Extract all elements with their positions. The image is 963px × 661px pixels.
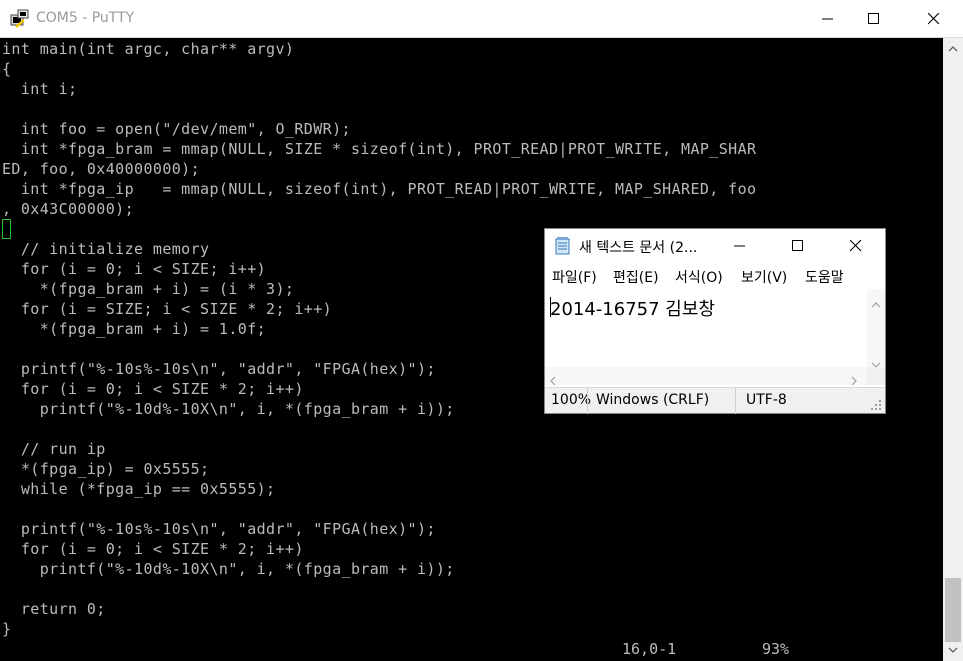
scroll-up-icon xyxy=(948,46,958,52)
window-title: COM5 - PuTTY xyxy=(36,10,135,26)
status-divider xyxy=(735,388,736,414)
terminal-line: printf("%-10d%-10X\n", i, *(fpga_bram + … xyxy=(2,400,455,418)
putty-icon xyxy=(10,9,30,29)
terminal-line: for (i = 0; i < SIZE * 2; i++) xyxy=(2,540,304,558)
terminal-line: while (*fpga_ip == 0x5555); xyxy=(2,480,276,498)
terminal-line: *(fpga_ip) = 0x5555; xyxy=(2,460,210,478)
terminal-line: int main(int argc, char** argv) xyxy=(2,40,295,58)
terminal-line: int i; xyxy=(2,80,78,98)
close-icon xyxy=(928,13,940,25)
cursor-position: 16,0-1 xyxy=(622,640,677,658)
terminal-scrollbar[interactable] xyxy=(943,38,963,661)
menu-help[interactable]: 도움말 xyxy=(805,267,844,287)
terminal-line: printf("%-10d%-10X\n", i, *(fpga_bram + … xyxy=(2,560,455,578)
maximize-button[interactable] xyxy=(851,0,897,38)
notepad-window[interactable]: 새 텍스트 문서 (2... 파일(F) 편집(E) 서식(O) 보기(V) 도… xyxy=(544,228,886,414)
minimize-icon xyxy=(734,245,745,247)
terminal-line: printf("%-10s%-10s\n", "addr", "FPGA(hex… xyxy=(2,360,436,378)
scroll-down-icon xyxy=(948,647,958,653)
line-ending: Windows (CRLF) xyxy=(596,392,710,408)
maximize-icon xyxy=(792,240,803,251)
terminal-line: return 0; xyxy=(2,600,106,618)
terminal-line: printf("%-10s%-10s\n", "addr", "FPGA(hex… xyxy=(2,520,436,538)
zoom-level: 100% xyxy=(551,392,592,408)
terminal-line: ED, foo, 0x40000000); xyxy=(2,160,201,178)
terminal-line: for (i = 0; i < SIZE * 2; i++) xyxy=(2,380,304,398)
menu-edit[interactable]: 편집(E) xyxy=(613,267,659,287)
terminal-line: // initialize memory xyxy=(2,240,210,258)
close-icon xyxy=(850,240,862,252)
notepad-horizontal-scrollbar[interactable] xyxy=(545,367,867,386)
notepad-titlebar[interactable]: 새 텍스트 문서 (2... xyxy=(545,229,885,263)
putty-titlebar[interactable]: COM5 - PuTTY xyxy=(0,0,963,38)
resize-grip-icon[interactable] xyxy=(871,400,883,416)
minimize-button[interactable] xyxy=(805,0,851,38)
terminal-line: int *fpga_bram = mmap(NULL, SIZE * sizeo… xyxy=(2,140,757,158)
notepad-icon xyxy=(554,237,572,255)
scroll-up-icon[interactable] xyxy=(871,293,881,312)
terminal-line: // run ip xyxy=(2,440,106,458)
menu-format[interactable]: 서식(O) xyxy=(675,267,723,287)
notepad-title: 새 텍스트 문서 (2... xyxy=(579,240,698,256)
terminal-line: *(fpga_bram + i) = 1.0f; xyxy=(2,320,267,338)
notepad-menubar: 파일(F) 편집(E) 서식(O) 보기(V) 도움말 xyxy=(545,265,885,289)
terminal-line: *(fpga_bram + i) = (i * 3); xyxy=(2,280,295,298)
encoding: UTF-8 xyxy=(746,392,787,408)
notepad-minimize-button[interactable] xyxy=(717,229,763,263)
terminal-line: for (i = SIZE; i < SIZE * 2; i++) xyxy=(2,300,333,318)
notepad-maximize-button[interactable] xyxy=(775,229,821,263)
status-divider xyxy=(587,388,588,414)
notepad-statusbar: 100% Windows (CRLF) UTF-8 xyxy=(545,387,885,416)
text-caret xyxy=(550,297,551,317)
menu-view[interactable]: 보기(V) xyxy=(741,267,787,287)
terminal-line: , 0x43C00000); xyxy=(2,200,135,218)
scroll-thumb[interactable] xyxy=(945,578,961,642)
terminal-line: int foo = open("/dev/mem", O_RDWR); xyxy=(2,120,351,138)
menu-file[interactable]: 파일(F) xyxy=(552,267,597,287)
scroll-down-button[interactable] xyxy=(943,641,963,659)
terminal-line: { xyxy=(2,60,12,78)
scrollbar-corner xyxy=(867,367,885,385)
close-button[interactable] xyxy=(911,0,957,38)
scroll-up-button[interactable] xyxy=(943,40,963,58)
maximize-icon xyxy=(868,13,879,24)
notepad-close-button[interactable] xyxy=(833,229,879,263)
terminal-cursor xyxy=(2,219,11,239)
terminal-line: int *fpga_ip = mmap(NULL, sizeof(int), P… xyxy=(2,180,757,198)
notepad-vertical-scrollbar[interactable] xyxy=(867,289,885,369)
minimize-icon xyxy=(822,18,833,20)
notepad-content: 2014-16757 김보창 xyxy=(550,299,715,320)
terminal-line: } xyxy=(2,620,12,638)
scroll-percent: 93% xyxy=(762,640,790,658)
terminal-line: for (i = 0; i < SIZE; i++) xyxy=(2,260,267,278)
notepad-text-area[interactable]: 2014-16757 김보창 xyxy=(545,289,867,371)
